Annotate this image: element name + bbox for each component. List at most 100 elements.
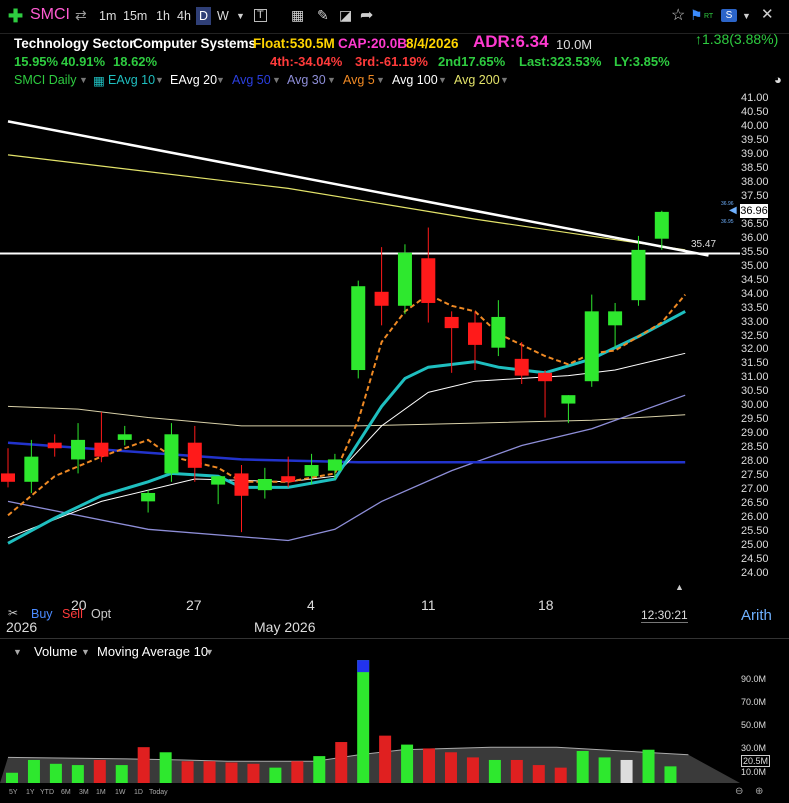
candle-body bbox=[561, 395, 576, 404]
chevron-down-icon[interactable]: ▼ bbox=[327, 75, 336, 85]
s-icon[interactable]: S bbox=[721, 9, 737, 22]
zoom-out-icon[interactable]: ⊖ bbox=[735, 786, 743, 797]
grid-toggle-icon[interactable]: ▦ bbox=[93, 73, 105, 88]
volume-bar bbox=[225, 762, 238, 783]
volume-bar bbox=[247, 763, 260, 783]
volume-chart[interactable] bbox=[0, 655, 740, 783]
price-axis-label: 30.50 bbox=[741, 385, 769, 398]
chevron-down-icon[interactable]: ▼ bbox=[500, 75, 509, 85]
range-1y-button[interactable]: 1Y bbox=[26, 789, 35, 796]
legend-avg100[interactable]: Avg 100 bbox=[392, 73, 438, 87]
volume-bar bbox=[379, 735, 392, 783]
volume-bar bbox=[181, 761, 194, 783]
close-icon[interactable]: ✕ bbox=[761, 5, 774, 23]
tf-4h-button[interactable]: 4h bbox=[174, 7, 194, 25]
top-toolbar: ✚ SMCI ⇄ 1m 15m 1h 4h D W ▼ T ▦ ✎ ◪ ➦ ☆ … bbox=[0, 0, 789, 34]
legend-avg30[interactable]: Avg 30 bbox=[287, 73, 326, 87]
eraser-icon[interactable]: ◪ bbox=[339, 7, 352, 24]
range-6m-button[interactable]: 6M bbox=[61, 789, 71, 796]
legend-avg5[interactable]: Avg 5 bbox=[343, 73, 375, 87]
tf-15m-button[interactable]: 15m bbox=[120, 7, 150, 25]
grid-icon[interactable]: ▦ bbox=[291, 7, 304, 24]
volume-bar bbox=[335, 742, 348, 783]
chevron-down-icon[interactable]: ▼ bbox=[79, 75, 88, 85]
volume-bar bbox=[203, 761, 216, 783]
year-label: 2026 bbox=[6, 619, 38, 635]
price-axis-label: 35.50 bbox=[741, 245, 769, 258]
date-label-18: 18 bbox=[538, 597, 554, 613]
price-chart[interactable] bbox=[0, 90, 740, 605]
legend-eavg10[interactable]: EAvg 10 bbox=[108, 73, 155, 87]
scale-mode[interactable]: Arith bbox=[741, 607, 772, 624]
ticker-symbol[interactable]: SMCI bbox=[30, 6, 70, 24]
volume-bar bbox=[269, 767, 282, 783]
volume-bar bbox=[664, 766, 677, 783]
legend-eavg20[interactable]: EAvg 20 bbox=[170, 73, 217, 87]
volume-axis-label: 70.0M bbox=[741, 697, 767, 707]
volume-axis-label: 20.5M bbox=[741, 755, 771, 767]
text-tool-icon[interactable]: T bbox=[254, 9, 267, 22]
adr-value: ADR:6.34 bbox=[473, 32, 549, 51]
date-label-27: 27 bbox=[186, 597, 202, 613]
price-axis-label: 26.50 bbox=[741, 497, 769, 510]
volume-bar bbox=[488, 759, 501, 783]
candle-body bbox=[24, 456, 39, 482]
palette-icon[interactable]: ◕ bbox=[774, 72, 782, 87]
price-axis-label: 34.50 bbox=[741, 273, 769, 286]
avg100-line bbox=[7, 405, 686, 427]
price-axis-label: 33.50 bbox=[741, 301, 769, 314]
sell-button[interactable]: Sell bbox=[62, 607, 83, 621]
scissors-icon[interactable]: ✂ bbox=[8, 606, 18, 620]
chevron-down-icon[interactable]: ▼ bbox=[438, 75, 447, 85]
candle-body bbox=[444, 316, 459, 329]
candle-body bbox=[397, 252, 412, 306]
chevron-down-icon[interactable]: ▼ bbox=[216, 75, 225, 85]
chevron-down-icon[interactable]: ▼ bbox=[272, 75, 281, 85]
float-value: Float:530.5M bbox=[253, 36, 335, 51]
price-axis-label: 40.00 bbox=[741, 119, 769, 132]
star-icon[interactable]: ☆ bbox=[671, 5, 685, 25]
panel-divider[interactable] bbox=[0, 638, 789, 639]
rt-flag-icon[interactable]: ⚑ bbox=[690, 7, 703, 24]
range-1m-button[interactable]: 1M bbox=[96, 789, 106, 796]
date-label-11: 11 bbox=[421, 597, 436, 613]
range-5y-button[interactable]: 5Y bbox=[9, 789, 18, 796]
range-today-button[interactable]: Today bbox=[149, 789, 168, 796]
chevron-down-icon[interactable]: ▼ bbox=[155, 75, 164, 85]
volume-bar bbox=[159, 752, 172, 783]
opt-button[interactable]: Opt bbox=[91, 607, 111, 621]
legend-avg200[interactable]: Avg 200 bbox=[454, 73, 500, 87]
price-axis-label: 36.00 bbox=[741, 231, 769, 244]
range-1w-button[interactable]: 1W bbox=[115, 789, 126, 796]
ticker-link-icon[interactable]: ⇄ bbox=[75, 7, 87, 24]
price-axis-label: 39.00 bbox=[741, 147, 769, 160]
sector-label: Technology Sector bbox=[14, 36, 135, 51]
range-1d-button[interactable]: 1D bbox=[134, 789, 143, 796]
zoom-in-icon[interactable]: ⊕ bbox=[755, 786, 763, 797]
scroll-up-icon[interactable]: ▲ bbox=[675, 582, 684, 592]
buy-button[interactable]: Buy bbox=[31, 607, 53, 621]
candle-body bbox=[468, 322, 482, 345]
tf-weekly-button[interactable]: W bbox=[214, 7, 232, 25]
candle-body bbox=[47, 442, 62, 449]
tf-1m-button[interactable]: 1m bbox=[96, 7, 119, 25]
range-ytd-button[interactable]: YTD bbox=[40, 789, 54, 796]
price-axis-label: 39.50 bbox=[741, 133, 769, 146]
chevron-down-icon[interactable]: ▼ bbox=[742, 11, 751, 21]
volume-bar bbox=[423, 748, 436, 783]
volume-bar bbox=[554, 767, 567, 783]
volume-axis-label: 30.0M bbox=[741, 743, 767, 753]
change-value: ↑1.38(3.88%) bbox=[695, 31, 779, 47]
share-arrow-icon[interactable]: ➦ bbox=[360, 5, 373, 25]
tf-daily-button[interactable]: D bbox=[196, 7, 212, 25]
plus-icon[interactable]: ✚ bbox=[8, 6, 23, 27]
range-3m-button[interactable]: 3M bbox=[79, 789, 89, 796]
price-axis-label: 33.00 bbox=[741, 315, 769, 328]
chevron-down-icon[interactable]: ▼ bbox=[376, 75, 385, 85]
legend-avg50[interactable]: Avg 50 bbox=[232, 73, 271, 87]
symbol-legend[interactable]: SMCI Daily bbox=[14, 73, 77, 87]
chevron-down-icon[interactable]: ▼ bbox=[236, 11, 245, 21]
pencil-icon[interactable]: ✎ bbox=[317, 7, 329, 24]
tf-1h-button[interactable]: 1h bbox=[153, 7, 173, 25]
price-axis-label: 28.50 bbox=[741, 441, 769, 454]
